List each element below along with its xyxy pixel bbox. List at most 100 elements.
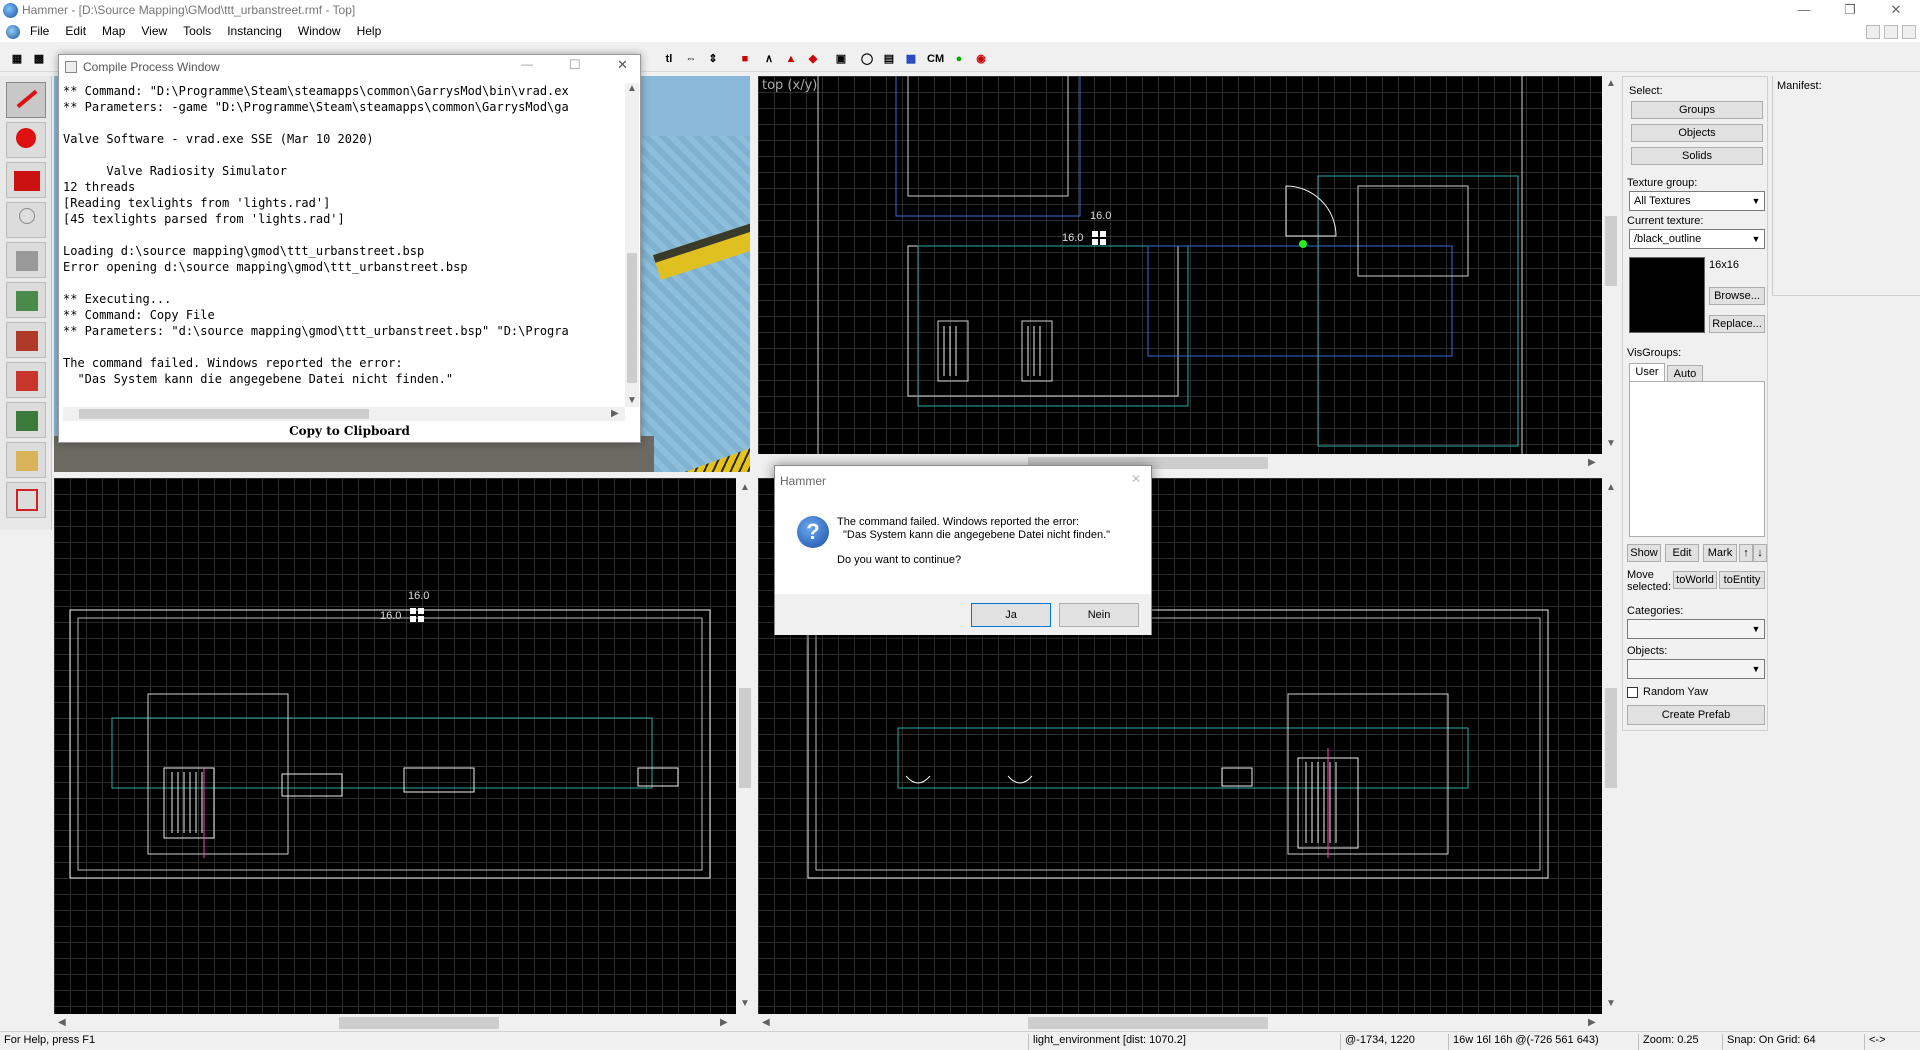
mark-button[interactable]: Mark [1703, 544, 1737, 562]
flip-v-icon[interactable]: ⇕ [704, 50, 722, 68]
scroll-thumb[interactable] [1028, 1017, 1268, 1029]
scroll-down-icon[interactable]: ▼ [1606, 998, 1616, 1009]
scroll-down-icon[interactable]: ▼ [740, 998, 750, 1009]
apply-texture-tool[interactable] [6, 322, 46, 358]
menu-help[interactable]: Help [349, 22, 390, 38]
cm-button[interactable]: CM [926, 50, 944, 68]
edit-button[interactable]: Edit [1665, 544, 1699, 562]
maximize-icon[interactable]: ☐ [569, 57, 581, 73]
map-info-icon[interactable]: ▩ [902, 50, 920, 68]
texture-lock-button[interactable]: tl [660, 50, 678, 68]
menu-file[interactable]: File [22, 22, 57, 38]
to-world-button[interactable]: toWorld [1673, 571, 1717, 589]
front-viewport-hscroll[interactable]: ◀ ▶ [54, 1014, 736, 1032]
entity-tool[interactable] [6, 202, 46, 238]
side-viewport-hscroll[interactable]: ◀ ▶ [758, 1014, 1602, 1032]
entity-report-icon[interactable]: ◯ [858, 50, 876, 68]
scroll-down-icon[interactable]: ▼ [627, 395, 637, 406]
overlay-tool[interactable] [6, 402, 46, 438]
categories-select[interactable]: ▼ [1627, 619, 1765, 639]
texture-application-tool[interactable] [6, 282, 46, 318]
top-xy-viewport[interactable]: top (x/y) 16.0 16.0 [758, 76, 1602, 454]
clip-icon[interactable]: ◆ [804, 50, 822, 68]
scroll-thumb[interactable] [1605, 216, 1617, 286]
close-icon[interactable]: ✕ [617, 57, 628, 73]
minimize-icon[interactable]: — [1784, 2, 1824, 20]
side-viewport-vscroll[interactable]: ▲ ▼ [1602, 478, 1620, 1014]
solids-button[interactable]: Solids [1631, 147, 1763, 165]
random-yaw-checkbox[interactable] [1627, 687, 1638, 698]
texture-preview[interactable] [1629, 257, 1705, 333]
minimize-icon[interactable]: — [521, 57, 533, 71]
scroll-right-icon[interactable]: ▶ [611, 408, 619, 419]
front-viewport-vscroll[interactable]: ▲ ▼ [736, 478, 754, 1014]
arrow-up-icon[interactable]: ↑ [1739, 544, 1753, 562]
scroll-up-icon[interactable]: ▲ [1606, 78, 1616, 89]
block-tool[interactable] [6, 242, 46, 278]
scroll-left-icon[interactable]: ◀ [762, 1017, 770, 1028]
scroll-thumb[interactable] [627, 253, 637, 383]
flip-h-icon[interactable]: ⇔ [682, 50, 700, 68]
group-icon[interactable]: ■ [736, 50, 754, 68]
current-texture-select[interactable]: /black_outline ▼ [1629, 229, 1765, 249]
mdi-minimize-icon[interactable] [1866, 25, 1880, 39]
selection-tool[interactable] [6, 82, 46, 118]
vertex-tool[interactable] [6, 482, 46, 518]
browse-button[interactable]: Browse... [1709, 287, 1765, 305]
menu-view[interactable]: View [133, 22, 175, 38]
menu-instancing[interactable]: Instancing [219, 22, 290, 38]
objects-button[interactable]: Objects [1631, 124, 1763, 142]
front-viewport[interactable]: 16.0 16.0 [54, 478, 736, 1014]
mdi-restore-icon[interactable] [1884, 25, 1898, 39]
mdi-close-icon[interactable] [1902, 25, 1916, 39]
scroll-up-icon[interactable]: ▲ [627, 83, 637, 94]
carve-icon[interactable]: ∧ [760, 50, 778, 68]
scroll-up-icon[interactable]: ▲ [740, 482, 750, 493]
magnify-tool[interactable] [6, 122, 46, 158]
scroll-thumb[interactable] [739, 688, 751, 788]
menu-map[interactable]: Map [94, 22, 133, 38]
no-button[interactable]: Nein [1059, 603, 1139, 627]
grid-toggle-icon[interactable]: ▩ [30, 50, 48, 68]
menu-window[interactable]: Window [290, 22, 349, 38]
draw-icon[interactable]: ◉ [972, 50, 990, 68]
scroll-thumb[interactable] [79, 409, 369, 419]
copy-to-clipboard-button[interactable]: Copy to Clipboard [59, 424, 640, 438]
scroll-right-icon[interactable]: ▶ [1588, 457, 1596, 468]
create-prefab-button[interactable]: Create Prefab [1627, 705, 1765, 725]
top-viewport-vscroll[interactable]: ▲ ▼ [1602, 76, 1620, 454]
restore-icon[interactable]: ❐ [1830, 2, 1870, 20]
cordon-icon[interactable]: ▣ [832, 50, 850, 68]
replace-button[interactable]: Replace... [1709, 315, 1765, 333]
close-icon[interactable]: ✕ [1131, 472, 1141, 486]
compile-log[interactable]: ** Command: "D:\Programme\Steam\steamapp… [63, 83, 624, 425]
check-problems-icon[interactable]: ▤ [880, 50, 898, 68]
scroll-up-icon[interactable]: ▲ [1606, 482, 1616, 493]
groups-button[interactable]: Groups [1631, 101, 1763, 119]
camera-tool[interactable] [6, 162, 46, 198]
run-map-icon[interactable]: ● [950, 50, 968, 68]
arrow-down-icon[interactable]: ↓ [1753, 544, 1767, 562]
clipping-tool[interactable] [6, 442, 46, 478]
yes-button[interactable]: Ja [971, 603, 1051, 627]
texture-group-select[interactable]: All Textures ▼ [1629, 191, 1765, 211]
log-hscroll[interactable]: ▶ [63, 407, 625, 421]
show-button[interactable]: Show [1627, 544, 1661, 562]
scroll-down-icon[interactable]: ▼ [1606, 438, 1616, 449]
menu-edit[interactable]: Edit [57, 22, 94, 38]
hollow-icon[interactable]: ▲ [782, 50, 800, 68]
scroll-thumb[interactable] [1605, 688, 1617, 788]
visgroups-list[interactable] [1629, 381, 1765, 537]
objects-select[interactable]: ▼ [1627, 659, 1765, 679]
scroll-right-icon[interactable]: ▶ [720, 1017, 728, 1028]
scroll-left-icon[interactable]: ◀ [58, 1017, 66, 1028]
scroll-thumb[interactable] [339, 1017, 499, 1029]
menu-tools[interactable]: Tools [175, 22, 219, 38]
decal-tool[interactable] [6, 362, 46, 398]
close-icon[interactable]: ✕ [1876, 2, 1916, 20]
log-vscroll[interactable]: ▲ ▼ [625, 83, 639, 407]
scroll-right-icon[interactable]: ▶ [1588, 1017, 1596, 1028]
to-entity-button[interactable]: toEntity [1719, 571, 1765, 589]
grid-icon[interactable]: ▦ [8, 50, 26, 68]
tab-user[interactable]: User [1629, 363, 1665, 381]
